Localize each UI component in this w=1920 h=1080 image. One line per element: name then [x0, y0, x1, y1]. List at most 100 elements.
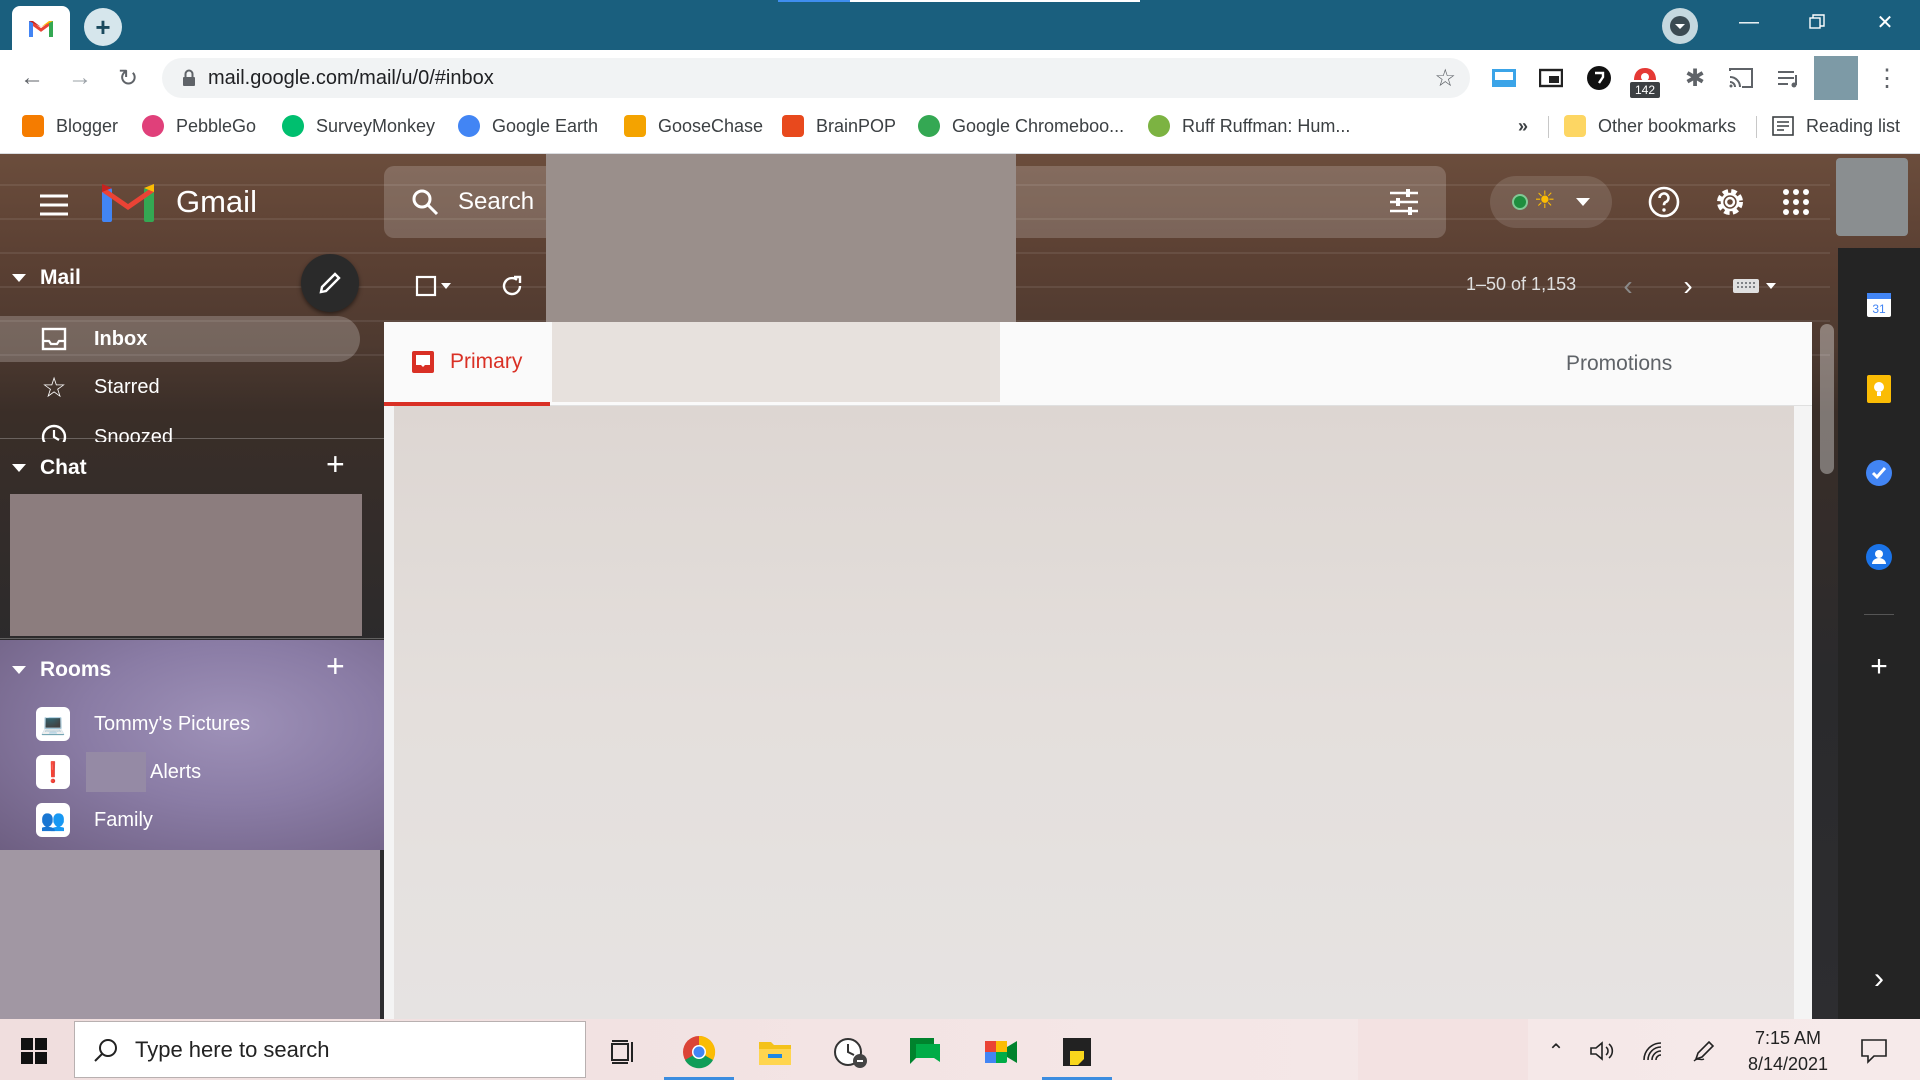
section-mail-header[interactable]: Mail — [12, 266, 81, 290]
older-page-button[interactable]: › — [1668, 266, 1708, 306]
surveymonkey-icon — [282, 115, 304, 137]
network-button[interactable] — [1640, 1037, 1668, 1065]
bookmark-other-bookmarks[interactable]: Other bookmarks — [1564, 106, 1736, 146]
plus-icon: + — [1870, 650, 1888, 683]
loading-bar-track — [850, 0, 1140, 2]
taskbar-google-chat[interactable] — [890, 1023, 960, 1080]
search-icon[interactable] — [410, 187, 440, 217]
pen-workspace-button[interactable] — [1690, 1037, 1718, 1065]
bookmark-pebblego[interactable]: PebbleGo — [142, 106, 256, 146]
new-chat-plus-icon[interactable]: + — [326, 448, 345, 480]
bookmark-brainpop[interactable]: BrainPOP — [782, 106, 896, 146]
search-input[interactable]: Search — [458, 188, 534, 216]
taskbar-chrome[interactable] — [664, 1023, 734, 1080]
sidebar-item-label: Starred — [94, 375, 160, 398]
calendar-addon[interactable]: 31 — [1864, 290, 1894, 320]
folder-icon — [1564, 115, 1586, 137]
taskbar-alarms-clock[interactable] — [816, 1023, 886, 1080]
contacts-addon[interactable] — [1864, 542, 1894, 572]
start-button[interactable] — [16, 1033, 52, 1069]
bookmarks-overflow-button[interactable]: » — [1518, 106, 1528, 146]
browser-tab-gmail[interactable] — [12, 6, 70, 50]
close-window-button[interactable]: ✕ — [1850, 0, 1920, 44]
status-selector[interactable]: ☀ — [1490, 176, 1612, 228]
main-menu-button[interactable] — [36, 190, 72, 220]
sticky-note-icon — [1063, 1037, 1091, 1066]
new-tab-button[interactable]: + — [84, 8, 122, 46]
taskbar-search-input[interactable]: Type here to search — [135, 1037, 329, 1063]
media-control-button[interactable] — [1774, 63, 1804, 93]
blogger-icon — [22, 115, 44, 137]
keyboard-icon — [1733, 279, 1759, 293]
cast-button[interactable] — [1726, 63, 1756, 93]
redacted-region — [86, 752, 146, 792]
bookmark-surveymonkey[interactable]: SurveyMonkey — [282, 106, 435, 146]
minimize-button[interactable]: — — [1714, 0, 1784, 44]
section-chat-header[interactable]: Chat — [12, 456, 87, 480]
sidebar-item-inbox[interactable]: Inbox — [0, 316, 360, 362]
mail-list-scrollbar[interactable] — [1820, 324, 1834, 474]
collapse-caret-icon — [12, 666, 26, 674]
search-options-icon[interactable] — [1388, 187, 1420, 217]
select-options-dropdown[interactable] — [434, 266, 458, 306]
extension-badge-button[interactable]: 142 — [1630, 58, 1660, 98]
volume-button[interactable] — [1588, 1037, 1616, 1065]
extension-screencast[interactable] — [1489, 63, 1519, 93]
bookmark-goosechase[interactable]: GooseChase — [624, 106, 763, 146]
bookmark-star-icon[interactable]: ☆ — [1434, 64, 1456, 93]
account-avatar[interactable] — [1836, 158, 1908, 236]
profile-avatar[interactable] — [1814, 56, 1858, 100]
bookmark-google-earth[interactable]: Google Earth — [458, 106, 598, 146]
extensions-button[interactable]: ✱ — [1680, 63, 1710, 93]
taskbar-file-explorer[interactable] — [740, 1023, 810, 1080]
bookmark-google-chromebook[interactable]: Google Chromeboo... — [918, 106, 1124, 146]
tab-primary[interactable]: Primary — [384, 322, 550, 406]
extension-picture-in-picture[interactable] — [1536, 63, 1566, 93]
browser-menu-button[interactable]: ⋮ — [1872, 63, 1902, 93]
reload-button[interactable]: ↻ — [108, 58, 148, 98]
taskbar-google-meet[interactable] — [966, 1023, 1036, 1080]
show-hidden-icons-button[interactable]: ⌃ — [1542, 1037, 1570, 1065]
back-button[interactable]: ← — [12, 58, 52, 98]
forward-button[interactable]: → — [60, 58, 100, 98]
taskbar-search-box[interactable]: Type here to search — [74, 1021, 586, 1078]
extension-dark[interactable] — [1584, 63, 1614, 93]
google-apps-button[interactable] — [1776, 182, 1816, 222]
get-addons-button[interactable]: + — [1864, 650, 1894, 683]
new-room-plus-icon[interactable]: + — [326, 650, 345, 682]
taskbar-sticky-notes[interactable] — [1042, 1023, 1112, 1080]
alert-icon: ❗ — [36, 755, 70, 789]
clock-time: 7:15 AM — [1754, 1028, 1822, 1048]
room-item[interactable]: 👥 Family — [36, 800, 153, 840]
input-tools-button[interactable] — [1724, 266, 1784, 306]
room-item[interactable]: 💻 Tommy's Pictures — [36, 704, 250, 744]
help-button[interactable] — [1644, 182, 1684, 222]
collapse-caret-icon — [12, 274, 26, 282]
bookmark-blogger[interactable]: Blogger — [22, 106, 118, 146]
alarm-clock-icon — [834, 1037, 867, 1068]
side-panel-divider — [1864, 614, 1894, 615]
show-side-panel-button[interactable]: › — [1864, 962, 1894, 995]
keep-addon[interactable] — [1864, 374, 1894, 404]
address-bar[interactable]: mail.google.com/mail/u/0/#inbox ☆ — [162, 58, 1470, 98]
bookmark-ruff-ruffman[interactable]: Ruff Ruffman: Hum... — [1148, 106, 1350, 146]
section-rooms-header[interactable]: Rooms — [12, 658, 111, 682]
tab-label: Primary — [450, 350, 523, 373]
tab-promotions[interactable]: Promotions — [1164, 322, 1672, 406]
gmail-logo[interactable] — [100, 182, 156, 229]
tasks-addon[interactable] — [1864, 458, 1894, 488]
compose-button[interactable] — [301, 254, 359, 312]
refresh-button[interactable] — [492, 266, 532, 306]
task-view-icon — [611, 1039, 633, 1064]
bookmark-label: Reading list — [1806, 115, 1901, 136]
notifications-button[interactable] — [1856, 1037, 1892, 1065]
taskbar-clock[interactable]: 7:15 AM 8/14/2021 — [1734, 1025, 1842, 1077]
tab-search-button[interactable] — [1662, 8, 1698, 44]
settings-button[interactable] — [1710, 182, 1750, 222]
restore-button[interactable] — [1782, 0, 1852, 44]
sidebar-item-starred[interactable]: ☆ Starred — [0, 364, 360, 410]
task-view-button[interactable] — [588, 1023, 658, 1080]
reading-list-button[interactable]: Reading list — [1772, 106, 1900, 146]
room-item[interactable]: ❗ Alerts — [36, 752, 201, 792]
newer-page-button[interactable]: ‹ — [1608, 266, 1648, 306]
